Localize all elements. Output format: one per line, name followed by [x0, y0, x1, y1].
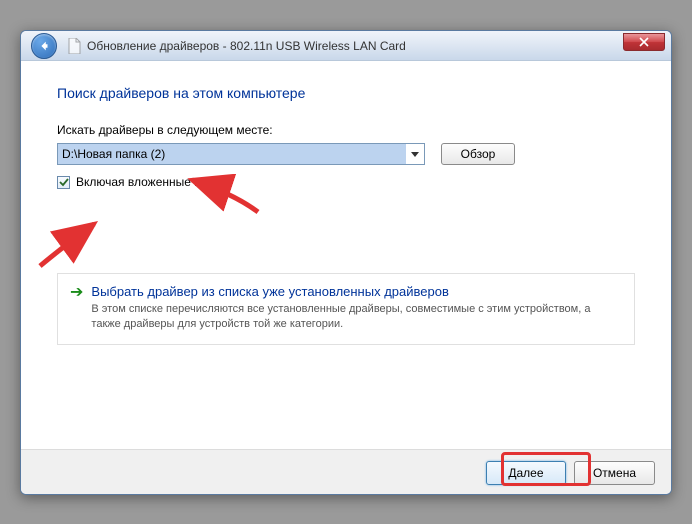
- include-subfolders-row: Включая вложенные папки: [57, 175, 635, 189]
- document-icon: [67, 38, 81, 54]
- include-subfolders-checkbox[interactable]: [57, 176, 70, 189]
- driver-update-window: Обновление драйверов - 802.11n USB Wirel…: [20, 30, 672, 495]
- combo-dropdown-arrow[interactable]: [406, 144, 424, 164]
- option-text: Выбрать драйвер из списка уже установлен…: [91, 284, 622, 332]
- window-title: Обновление драйверов - 802.11n USB Wirel…: [87, 39, 406, 53]
- search-label: Искать драйверы в следующем месте:: [57, 123, 635, 137]
- arrow-right-icon: ➔: [70, 285, 83, 332]
- content-area: Поиск драйверов на этом компьютере Искат…: [21, 61, 671, 449]
- option-title: Выбрать драйвер из списка уже установлен…: [91, 284, 622, 299]
- option-description: В этом списке перечисляются все установл…: [91, 302, 622, 332]
- path-combobox[interactable]: [57, 143, 425, 165]
- checkmark-icon: [59, 177, 69, 187]
- titlebar: Обновление драйверов - 802.11n USB Wirel…: [21, 31, 671, 61]
- close-button[interactable]: [623, 33, 665, 51]
- choose-from-list-option[interactable]: ➔ Выбрать драйвер из списка уже установл…: [57, 273, 635, 345]
- path-row: Обзор: [57, 143, 635, 165]
- include-subfolders-label: Включая вложенные папки: [76, 175, 226, 189]
- page-heading: Поиск драйверов на этом компьютере: [57, 85, 635, 101]
- browse-button[interactable]: Обзор: [441, 143, 515, 165]
- chevron-down-icon: [411, 152, 419, 157]
- back-button[interactable]: [31, 33, 57, 59]
- next-button[interactable]: Далее: [486, 461, 566, 485]
- cancel-button[interactable]: Отмена: [574, 461, 655, 485]
- footer: Далее Отмена: [21, 449, 671, 495]
- back-arrow-icon: [37, 39, 51, 53]
- close-icon: [639, 37, 649, 47]
- path-input[interactable]: [58, 144, 406, 164]
